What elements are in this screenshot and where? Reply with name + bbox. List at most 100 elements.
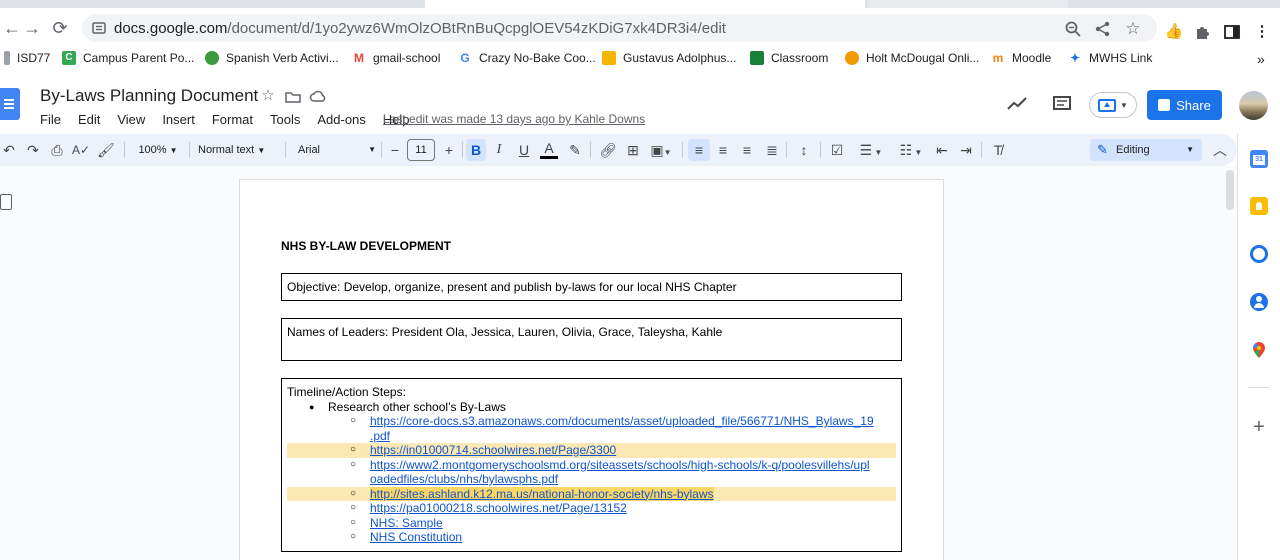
increase-indent-icon[interactable]: ⇥	[956, 139, 976, 161]
add-comment-icon[interactable]: ⊞	[624, 139, 642, 161]
zoom-icon[interactable]	[1064, 20, 1082, 38]
bulleted-list-icon[interactable]: ☰ ▼	[854, 139, 888, 161]
spellcheck-icon[interactable]: A✓	[72, 139, 90, 161]
bookmarks-overflow-button[interactable]: »	[1257, 51, 1265, 67]
move-icon[interactable]	[284, 87, 302, 105]
last-edit-link[interactable]: Last edit was made 13 days ago by Kahle …	[383, 112, 645, 126]
calendar-icon[interactable]: 31	[1250, 150, 1268, 168]
bookmark-moodle[interactable]: m Moodle	[991, 51, 1052, 65]
align-right-button[interactable]: ≡	[737, 139, 757, 161]
bylaw-link-1-cont[interactable]: .pdf	[370, 429, 390, 443]
share-button[interactable]: Share	[1147, 90, 1222, 120]
insert-image-icon[interactable]: ▣▼	[648, 139, 674, 161]
forward-icon[interactable]: →	[20, 16, 44, 40]
numbered-list-icon[interactable]: ☷ ▼	[894, 139, 928, 161]
bylaw-link-4[interactable]: http://sites.ashland.k12.ma.us/national-…	[370, 486, 714, 501]
chrome-menu-icon[interactable]: ⋮	[1252, 22, 1272, 42]
bookmark-holt-mcdougal[interactable]: Holt McDougal Onli...	[845, 51, 979, 65]
add-addon-icon[interactable]: +	[1250, 417, 1268, 437]
align-center-button[interactable]: ≡	[713, 139, 733, 161]
italic-button[interactable]: I	[490, 139, 508, 161]
keep-icon[interactable]	[1250, 197, 1268, 215]
checklist-icon[interactable]: ☑	[826, 139, 848, 161]
justify-button[interactable]: ≣	[762, 139, 782, 161]
toolbar-divider	[124, 142, 125, 158]
increase-font-size-button[interactable]: +	[441, 139, 457, 161]
redo-icon[interactable]: ↷	[24, 139, 42, 161]
vertical-scrollbar[interactable]	[1226, 170, 1234, 210]
font-select[interactable]: Arial ▼	[298, 139, 378, 161]
underline-button[interactable]: U	[515, 139, 533, 161]
clear-formatting-icon[interactable]: T̸	[988, 139, 1008, 161]
undo-icon[interactable]: ↶	[0, 139, 18, 161]
nhs-constitution-link[interactable]: NHS Constitution	[370, 530, 462, 544]
collapse-toolbar-icon[interactable]: ︿	[1210, 139, 1230, 161]
extensions-puzzle-icon[interactable]	[1193, 22, 1213, 42]
menu-view[interactable]: View	[115, 111, 147, 129]
bookmark-crazy-no-bake[interactable]: G Crazy No-Bake Coo...	[458, 51, 595, 65]
activity-dashboard-icon[interactable]	[1005, 92, 1029, 116]
share-page-icon[interactable]	[1094, 20, 1112, 38]
bylaw-link-3-cont[interactable]: oadedfiles/clubs/nhs/bylawsphs.pdf	[370, 472, 558, 486]
timeline-cell[interactable]: Timeline/Action Steps: Research other sc…	[281, 378, 902, 552]
bylaw-link-2[interactable]: https://in01000714.schoolwires.net/Page/…	[370, 443, 616, 457]
bookmark-spanish-verb[interactable]: Spanish Verb Activi...	[205, 51, 339, 65]
site-info-icon[interactable]	[92, 21, 106, 35]
document-canvas: NHS BY-LAW DEVELOPMENT Objective: Develo…	[0, 166, 1237, 560]
bookmark-campus-parent[interactable]: C Campus Parent Po...	[62, 51, 194, 65]
leaders-cell[interactable]: Names of Leaders: President Ola, Jessica…	[281, 318, 902, 361]
highlight-color-icon[interactable]: ✎	[566, 139, 584, 161]
address-bar[interactable]: docs.google.com/document/d/1yo2ywz6WmOlz…	[82, 14, 1157, 42]
decrease-indent-icon[interactable]: ⇤	[932, 139, 952, 161]
lock-icon	[1158, 99, 1171, 111]
menu-format[interactable]: Format	[210, 111, 255, 129]
reload-icon[interactable]: ⟳	[48, 16, 72, 40]
menu-tools[interactable]: Tools	[268, 111, 302, 129]
bookmark-classroom[interactable]: Classroom	[750, 51, 828, 65]
bookmark-isd77[interactable]: ISD77	[4, 51, 50, 65]
bookmark-gmail-school[interactable]: Mgmail-school	[352, 51, 440, 65]
menu-file[interactable]: File	[38, 111, 63, 129]
toolbar-divider	[381, 142, 382, 158]
active-tab[interactable]	[425, 0, 865, 8]
zoom-select[interactable]: 100% ▼	[134, 139, 182, 161]
maps-icon[interactable]	[1250, 341, 1268, 359]
paragraph-style-select[interactable]: Normal text ▼	[198, 139, 278, 161]
document-title[interactable]: By-Laws Planning Document	[40, 86, 258, 106]
align-left-button[interactable]: ≡	[688, 139, 710, 161]
line-spacing-icon[interactable]: ↕	[793, 139, 815, 161]
nhs-sample-link[interactable]: NHS: Sample	[370, 516, 443, 530]
tasks-icon[interactable]	[1250, 245, 1268, 263]
font-size-input[interactable]: 11	[407, 139, 435, 161]
bylaw-link-5[interactable]: https://pa01000218.schoolwires.net/Page/…	[370, 501, 627, 515]
comments-icon[interactable]	[1050, 92, 1074, 116]
decrease-font-size-button[interactable]: −	[387, 139, 403, 161]
menu-edit[interactable]: Edit	[76, 111, 102, 129]
text-color-button[interactable]: A	[540, 139, 558, 159]
thumbs-up-extension-icon[interactable]: 👍	[1164, 22, 1184, 42]
docs-logo-icon[interactable]	[0, 88, 20, 120]
leaders-text: Names of Leaders: President Ola, Jessica…	[287, 325, 723, 339]
menu-addons[interactable]: Add-ons	[315, 111, 367, 129]
bookmark-mwhs-link[interactable]: ✦ MWHS Link	[1068, 51, 1152, 65]
bookmark-gustavus[interactable]: Gustavus Adolphus...	[602, 51, 736, 65]
bylaw-link-3[interactable]: https://www2.montgomeryschoolsmd.org/sit…	[370, 458, 870, 472]
objective-cell[interactable]: Objective: Develop, organize, present an…	[281, 273, 902, 301]
menu-insert[interactable]: Insert	[160, 111, 197, 129]
side-panel-icon[interactable]	[1222, 22, 1242, 42]
bylaw-link-1[interactable]: https://core-docs.s3.amazonaws.com/docum…	[370, 414, 874, 428]
print-icon[interactable]: ⎙	[48, 139, 66, 161]
document-page[interactable]: NHS BY-LAW DEVELOPMENT Objective: Develo…	[240, 180, 943, 560]
star-icon[interactable]: ☆	[259, 87, 277, 105]
bold-button[interactable]: B	[466, 139, 486, 161]
document-outline-icon[interactable]	[0, 194, 12, 210]
cloud-status-icon[interactable]	[309, 87, 327, 105]
editing-mode-select[interactable]: ✎ Editing ▼	[1090, 139, 1202, 161]
bookmark-star-icon[interactable]: ☆	[1124, 20, 1142, 38]
contacts-icon[interactable]	[1250, 293, 1268, 311]
avatar[interactable]	[1239, 91, 1268, 120]
paint-format-icon[interactable]: 🖌	[97, 139, 115, 161]
insert-link-icon[interactable]: 🔗︎	[598, 139, 618, 161]
present-button[interactable]: ▼	[1089, 92, 1137, 118]
browser-tab[interactable]	[868, 0, 1068, 8]
